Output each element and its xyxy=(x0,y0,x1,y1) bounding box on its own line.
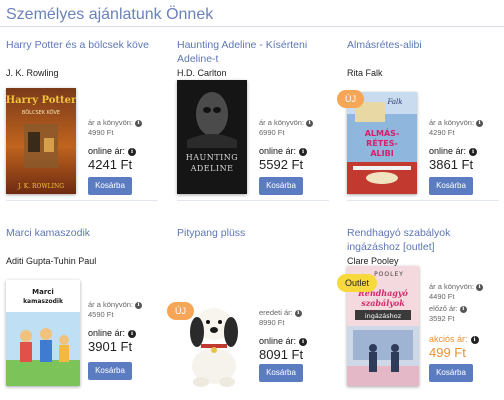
product-title-link[interactable]: Pitypang plüss xyxy=(177,226,335,240)
product-card: Almásrétes-alibi Rita Falk Falk ALMÁS- R… xyxy=(337,38,504,218)
price-block: ár a könyvön: i 6990 Ft online ár: i 5592 … xyxy=(259,118,339,173)
book-cover-image[interactable]: Marci kamaszodik xyxy=(6,280,80,386)
cover-subtitle: ADELINE xyxy=(190,164,234,173)
product-title-link[interactable]: Harry Potter és a bölcsek köve xyxy=(6,38,164,52)
info-icon[interactable]: i xyxy=(294,309,302,317)
add-to-cart-button[interactable]: Kosárba xyxy=(88,177,132,195)
row-divider xyxy=(177,200,329,201)
new-badge: ÚJ xyxy=(337,90,364,108)
info-icon[interactable]: i xyxy=(476,283,484,291)
cover-title: RÉTES- xyxy=(366,137,398,148)
add-to-cart-button[interactable]: Kosárba xyxy=(259,364,303,382)
list-price-label: ár a könyvön: i xyxy=(88,118,168,128)
online-price-label: online ár: i xyxy=(88,328,168,339)
info-icon[interactable]: i xyxy=(459,305,467,313)
info-icon[interactable]: i xyxy=(128,329,137,338)
previous-price-label: előző ár: i xyxy=(429,304,504,314)
list-price-value: 4990 Ft xyxy=(88,128,114,137)
product-title-link[interactable]: Haunting Adeline - Kísérteni Adeline-t xyxy=(177,38,335,66)
cover-title: ingázáshoz xyxy=(365,312,402,320)
outlet-badge: Outlet xyxy=(337,274,378,292)
list-price-label: ár a könyvön: i xyxy=(429,118,504,128)
cover-title: Marci xyxy=(32,288,54,296)
list-price-value: 6990 Ft xyxy=(259,128,285,137)
cover-subtitle: kamaszodik xyxy=(23,298,64,305)
product-author: Clare Pooley xyxy=(347,256,399,266)
product-card: Pitypang plüss ÚJ eredeti ár: i 8990 Ft o… xyxy=(167,226,339,400)
previous-price-value: 3592 Ft xyxy=(429,314,455,323)
cover-author: POOLEY xyxy=(374,271,404,278)
cover-author: Falk xyxy=(386,98,402,106)
product-card: Marci kamaszodik Aditi Gupta-Tuhin Paul … xyxy=(6,226,166,400)
info-icon[interactable]: i xyxy=(135,119,143,127)
book-cover-image[interactable]: HAUNTING ADELINE xyxy=(177,80,247,194)
info-icon[interactable]: i xyxy=(470,335,479,344)
sale-price-value: 499 Ft xyxy=(429,345,466,360)
price-block: eredeti ár: i 8990 Ft online ár: i 8091 Ft xyxy=(259,308,339,363)
cover-title: szabályok xyxy=(361,298,405,308)
list-price-value: 4490 Ft xyxy=(429,292,455,301)
add-to-cart-button[interactable]: Kosárba xyxy=(88,362,132,380)
title-divider xyxy=(0,26,504,27)
cover-title: ALMÁS- xyxy=(365,127,400,138)
list-price-label: ár a könyvön: i xyxy=(259,118,339,128)
cover-art: HAUNTING ADELINE xyxy=(177,80,247,194)
online-price-label: online ár: i xyxy=(259,336,339,347)
info-icon[interactable]: i xyxy=(306,119,314,127)
list-price-label: ár a könyvön: i xyxy=(88,300,168,310)
product-card: Haunting Adeline - Kísérteni Adeline-t H… xyxy=(177,38,337,218)
online-price-label: online ár: i xyxy=(259,146,339,157)
original-price-value: 8990 Ft xyxy=(259,318,285,327)
cover-art: Marci kamaszodik xyxy=(6,280,80,386)
product-card: Harry Potter és a bölcsek köve J. K. Row… xyxy=(6,38,166,218)
info-icon[interactable]: i xyxy=(128,147,137,156)
online-price-label: online ár: i xyxy=(88,146,168,157)
product-title-link[interactable]: Rendhagyó szabályok ingázáshoz [outlet] xyxy=(347,226,504,254)
list-price-value: 4590 Ft xyxy=(88,310,114,319)
add-to-cart-button[interactable]: Kosárba xyxy=(259,177,303,195)
info-icon[interactable]: i xyxy=(135,301,143,309)
section-title: Személyes ajánlatunk Önnek xyxy=(6,6,214,23)
original-price-label: eredeti ár: i xyxy=(259,308,339,318)
price-block: ár a könyvön: i 4590 Ft online ár: i 3901 … xyxy=(88,300,168,355)
product-title-link[interactable]: Marci kamaszodik xyxy=(6,226,164,240)
list-price-label: ár a könyvön: i xyxy=(429,282,504,292)
product-card: Rendhagyó szabályok ingázáshoz [outlet] … xyxy=(337,226,504,400)
list-price-value: 4290 Ft xyxy=(429,128,455,137)
new-badge: ÚJ xyxy=(167,302,194,320)
add-to-cart-button[interactable]: Kosárba xyxy=(429,177,473,195)
price-block: ár a könyvön: i 4490 Ft előző ár: i 3592 F… xyxy=(429,282,504,361)
book-cover-image[interactable]: Harry Potter BÖLCSEK KÖVE J. K. ROWLING xyxy=(6,88,76,194)
cover-art: Harry Potter BÖLCSEK KÖVE J. K. ROWLING xyxy=(6,88,76,194)
online-price-value: 3901 Ft xyxy=(88,339,133,354)
online-price-value: 4241 Ft xyxy=(88,157,133,172)
online-price-value: 3861 Ft xyxy=(429,157,474,172)
row-divider xyxy=(347,200,499,201)
online-price-value: 5592 Ft xyxy=(259,157,304,172)
cover-subtitle: BÖLCSEK KÖVE xyxy=(22,109,60,116)
info-icon[interactable]: i xyxy=(476,119,484,127)
product-author: Aditi Gupta-Tuhin Paul xyxy=(6,256,97,266)
product-title-link[interactable]: Almásrétes-alibi xyxy=(347,38,504,52)
online-price-value: 8091 Ft xyxy=(259,347,304,362)
online-price-label: online ár: i xyxy=(429,146,504,157)
add-to-cart-button[interactable]: Kosárba xyxy=(429,364,473,382)
product-author: Rita Falk xyxy=(347,68,383,78)
cover-author: J. K. ROWLING xyxy=(17,183,64,190)
price-block: ár a könyvön: i 4290 Ft online ár: i 3861 … xyxy=(429,118,504,173)
cover-title: Harry Potter xyxy=(6,95,76,106)
row-divider xyxy=(6,200,158,201)
info-icon[interactable]: i xyxy=(299,337,308,346)
cover-title: HAUNTING xyxy=(186,153,238,162)
cover-title: ALIBI xyxy=(370,149,393,158)
sale-price-label: akciós ár: i xyxy=(429,334,504,345)
product-author: J. K. Rowling xyxy=(6,68,59,78)
product-author: H.D. Carlton xyxy=(177,68,227,78)
info-icon[interactable]: i xyxy=(299,147,308,156)
price-block: ár a könyvön: i 4990 Ft online ár: i 4241 … xyxy=(88,118,168,173)
info-icon[interactable]: i xyxy=(469,147,478,156)
